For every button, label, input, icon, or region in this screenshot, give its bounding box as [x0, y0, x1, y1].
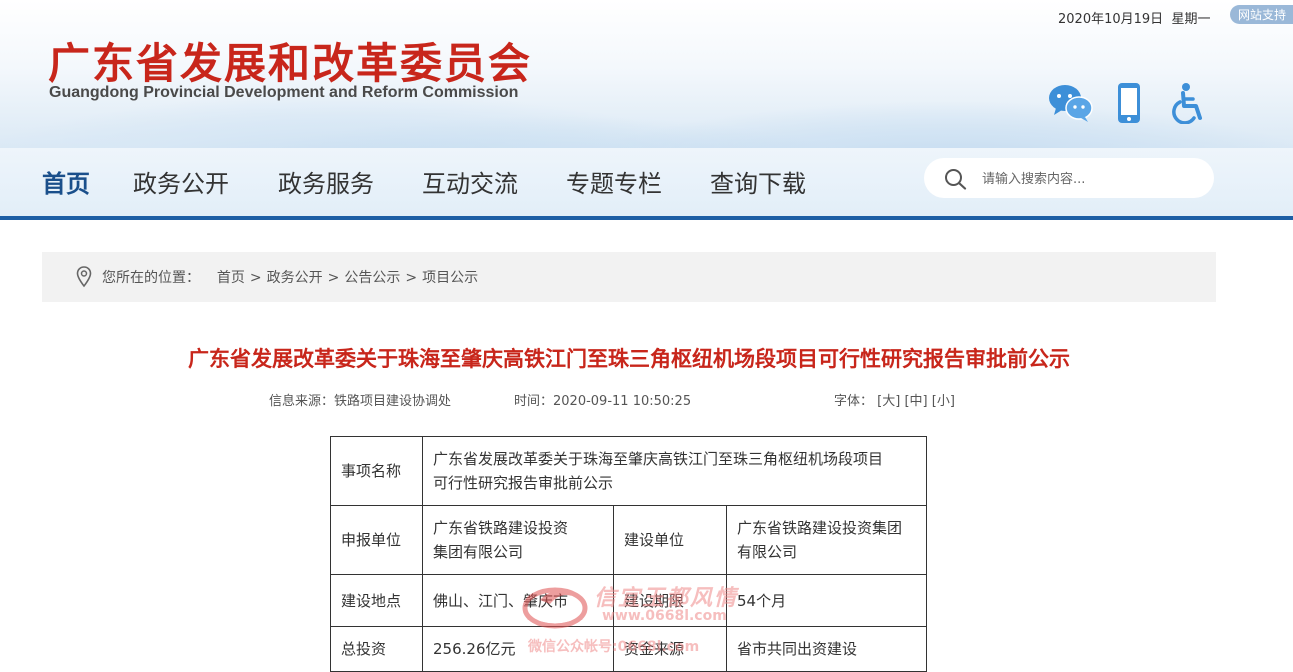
font-size-medium-button[interactable]: [中]: [904, 394, 927, 409]
search-input[interactable]: [980, 166, 1194, 192]
nav-item-interaction[interactable]: 互动交流: [422, 164, 518, 199]
applicant-label: 申报单位: [330, 505, 423, 575]
weekday-value: 星期一: [1171, 12, 1211, 27]
nav-item-downloads[interactable]: 查询下载: [710, 164, 806, 199]
accessibility-icon[interactable]: [1170, 82, 1206, 128]
main-nav: 首页 政务公开 政务服务 互动交流 专题专栏 查询下载: [0, 148, 1293, 220]
applicant-line1: 广东省铁路建设投资: [433, 519, 569, 537]
investment-label: 总投资: [330, 626, 423, 672]
table-row: 事项名称 广东省发展改革委关于珠海至肇庆高铁江门至珠三角枢纽机场段项目 可行性研…: [330, 436, 927, 506]
wechat-icon[interactable]: [1048, 82, 1094, 128]
banner-background-3: [200, 115, 900, 148]
site-subtitle: Guangdong Provincial Development and Ref…: [49, 84, 519, 101]
breadcrumb-home[interactable]: 首页: [217, 270, 245, 286]
source-value: 铁路项目建设协调处: [334, 394, 452, 409]
breadcrumb-project-notices[interactable]: 项目公示: [422, 270, 478, 286]
current-date: 2020年10月19日 星期一: [1058, 8, 1210, 27]
site-support-link[interactable]: 网站支持: [1230, 5, 1293, 24]
watermark: 信宜玉都风情 www.0668l.com 微信公众帐号:0668l.com: [520, 578, 736, 655]
watermark-wechat: 微信公众帐号:0668l.com: [528, 639, 700, 655]
search-box: [924, 158, 1214, 198]
applicant-line2: 集团有限公司: [433, 543, 524, 561]
item-name-label: 事项名称: [330, 436, 423, 506]
breadcrumb-separator: >: [405, 270, 418, 286]
font-size-small-button[interactable]: [小]: [932, 394, 955, 409]
breadcrumb-prefix: 您所在的位置：: [102, 270, 200, 286]
nav-item-government-affairs[interactable]: 政务公开: [133, 164, 229, 199]
breadcrumb-trail: 您所在的位置： 首页 > 政务公开 > 公告公示 > 项目公示: [102, 267, 478, 287]
breadcrumb-separator: >: [249, 270, 262, 286]
table-row: 申报单位 广东省铁路建设投资 集团有限公司 建设单位 广东省铁路建设投资集团 有…: [330, 505, 927, 575]
nav-item-services[interactable]: 政务服务: [278, 164, 374, 199]
location-label: 建设地点: [330, 574, 423, 627]
period-value: 54个月: [726, 574, 927, 627]
builder-line2: 有限公司: [737, 543, 798, 561]
breadcrumb-separator: >: [327, 270, 340, 286]
time-value: 2020-09-11 10:50:25: [553, 394, 692, 409]
article-source: 信息来源：铁路项目建设协调处: [269, 390, 451, 409]
nav-item-special-topics[interactable]: 专题专栏: [566, 164, 662, 199]
mobile-icon[interactable]: [1116, 82, 1142, 128]
watermark-logo-icon: [522, 587, 588, 629]
item-name-value: 广东省发展改革委关于珠海至肇庆高铁江门至珠三角枢纽机场段项目 可行性研究报告审批…: [422, 436, 927, 506]
builder-label: 建设单位: [613, 505, 727, 575]
location-pin-icon: [76, 266, 92, 292]
builder-value: 广东省铁路建设投资集团 有限公司: [726, 505, 927, 575]
font-size-large-button[interactable]: [大]: [877, 394, 900, 409]
source-label: 信息来源：: [269, 394, 335, 409]
funding-value: 省市共同出资建设: [726, 626, 927, 672]
breadcrumb: 您所在的位置： 首页 > 政务公开 > 公告公示 > 项目公示: [42, 252, 1216, 302]
applicant-value: 广东省铁路建设投资 集团有限公司: [422, 505, 614, 575]
time-label: 时间：: [514, 394, 554, 409]
item-name-line2: 可行性研究报告审批前公示: [433, 474, 614, 492]
search-icon[interactable]: [944, 168, 968, 194]
builder-line1: 广东省铁路建设投资集团: [737, 519, 903, 537]
site-title: 广东省发展和改革委员会: [48, 39, 533, 88]
item-name-line1: 广东省发展改革委关于珠海至肇庆高铁江门至珠三角枢纽机场段项目: [433, 450, 884, 468]
breadcrumb-announcements[interactable]: 公告公示: [344, 270, 400, 286]
article-time: 时间：2020-09-11 10:50:25: [514, 390, 691, 409]
font-size-label: 字体：: [834, 394, 874, 409]
font-size-control: 字体： [大] [中] [小]: [834, 390, 955, 409]
date-value: 2020年10月19日: [1058, 12, 1164, 27]
breadcrumb-government-affairs[interactable]: 政务公开: [267, 270, 323, 286]
nav-item-home[interactable]: 首页: [42, 164, 90, 199]
watermark-url: www.0668l.com: [602, 608, 727, 624]
article-title: 广东省发展改革委关于珠海至肇庆高铁江门至珠三角枢纽机场段项目可行性研究报告审批前…: [188, 347, 1070, 371]
header-banner: 广东省发展和改革委员会 Guangdong Provincial Develop…: [0, 0, 1293, 148]
